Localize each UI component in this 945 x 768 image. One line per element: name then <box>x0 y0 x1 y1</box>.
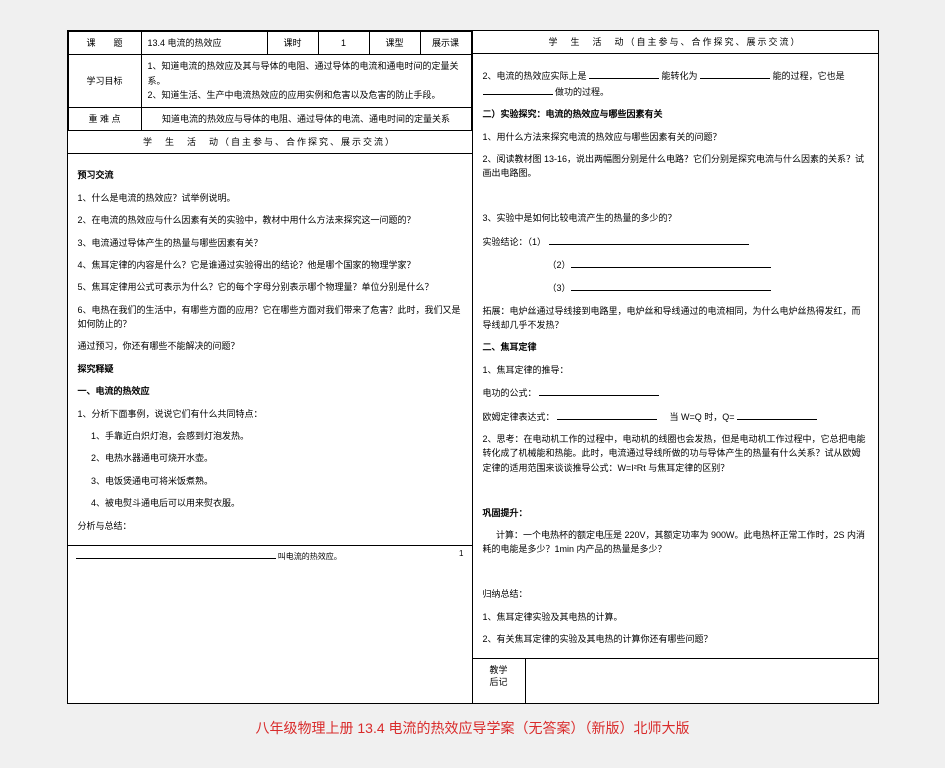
preview-heading: 预习交流 <box>78 168 462 182</box>
q4: 4、焦耳定律的内容是什么？它是谁通过实验得出的结论？他是哪个国家的物理学家？ <box>78 258 462 272</box>
blank <box>483 84 553 95</box>
callout-text: 叫电流的热效应。 <box>278 552 342 561</box>
left-body: 预习交流 1、什么是电流的热效应？试举例说明。 2、在电流的热效应与什么因素有关… <box>68 154 472 545</box>
q6: 6、电热在我们的生活中，有哪些方面的应用？它在哪些方面对我们带来了危害？此时，我… <box>78 303 462 332</box>
keypoint-label: 重 难 点 <box>68 107 141 130</box>
r1: 1、用什么方法来探究电流的热效应与哪些因素有关的问题？ <box>483 130 868 144</box>
blank <box>589 68 659 79</box>
example-4: 4、被电熨斗通电后可以用来熨衣服。 <box>78 496 462 510</box>
topic-label: 课 题 <box>68 32 141 55</box>
q2: 2、在电流的热效应与什么因素有关的实验中，教材中用什么方法来探究这一问题的？ <box>78 213 462 227</box>
right-body: 2、电流的热效应实际上是 能转化为 能的过程，它也是 做功的过程。 二）实验探究… <box>473 54 878 658</box>
keypoint-text: 知道电流的热效应与导体的电阻、通过导体的电流、通电时间的定量关系 <box>141 107 471 130</box>
blank-callout <box>76 548 276 559</box>
blank <box>700 68 770 79</box>
when-label: 当 W=Q 时，Q= <box>670 412 735 422</box>
joule-heading: 二、焦耳定律 <box>483 340 868 354</box>
r-p2-line: 2、电流的热效应实际上是 能转化为 能的过程，它也是 做功的过程。 <box>483 68 868 99</box>
activity-header-left: 学 生 活 动（自主参与、合作探究、展示交流） <box>68 131 472 154</box>
left-footer: 叫电流的热效应。 1 <box>68 545 472 566</box>
analyze-prompt: 1、分析下面事例，说说它们有什么共同特点： <box>78 407 462 421</box>
blank <box>571 280 771 291</box>
activity-header-right: 学 生 活 动（自主参与、合作探究、展示交流） <box>473 31 878 54</box>
j2: 2、思考：在电动机工作的过程中，电动机的线圈也会发热，但是电动机工作过程中，它总… <box>483 432 868 475</box>
section-two-heading: 二）实验探究：电流的热效应与哪些因素有关 <box>483 107 868 121</box>
period-value: 1 <box>318 32 369 55</box>
r2: 2、阅读教材图 13-16，说出两幅图分别是什么电路？它们分别是探究电流与什么因… <box>483 152 868 181</box>
blank <box>737 409 817 420</box>
extension: 拓展：电炉丝通过导线接到电路里，电炉丝和导线通过的电流相同，为什么电炉丝热得发红… <box>483 304 868 333</box>
consolidate-heading: 巩固提升： <box>483 506 868 520</box>
explore-heading: 探究释疑 <box>78 362 462 376</box>
page-number: 1 <box>459 548 463 561</box>
blank <box>549 234 749 245</box>
ohm-line: 欧姆定律表达式： 当 W=Q 时，Q= <box>483 409 868 424</box>
section-one: 一、电流的热效应 <box>78 384 462 398</box>
example-1: 1、手靠近白炽灯泡，会感到灯泡发热。 <box>78 429 462 443</box>
period-label: 课时 <box>267 32 318 55</box>
blank <box>571 257 771 268</box>
q1: 1、什么是电流的热效应？试举例说明。 <box>78 191 462 205</box>
r3: 3、实验中是如何比较电流产生的热量的多少的？ <box>483 211 868 225</box>
joule-derive: 1、焦耳定律的推导： <box>483 363 868 377</box>
blank <box>557 409 657 420</box>
summary-heading: 归纳总结： <box>483 587 868 601</box>
lesson-meta-table: 课 题 13.4 电流的热效应 课时 1 课型 展示课 学习目标 1、知道电流的… <box>68 31 472 131</box>
q3: 3、电流通过导体产生的热量与哪些因素有关？ <box>78 236 462 250</box>
r-p2: 2、电流的热效应实际上是 <box>483 71 587 81</box>
r-p2a: 能转化为 <box>662 71 698 81</box>
goal-label: 学习目标 <box>68 55 141 107</box>
q7: 通过预习，你还有哪些不能解决的问题？ <box>78 339 462 353</box>
after-note-cell <box>525 659 878 703</box>
s1: 1、焦耳定律实验及其电热的计算。 <box>483 610 868 624</box>
calc-problem: 计算：一个电热杯的额定电压是 220V，其额定功率为 900W。此电热杯正常工作… <box>483 528 868 557</box>
type-value: 展示课 <box>420 32 471 55</box>
exp-conclusion-label: 实验结论：（1） <box>483 237 547 247</box>
w-label: 电功的公式： <box>483 388 537 398</box>
goal-text: 1、知道电流的热效应及其与导体的电阻、通过导体的电流和通电时间的定量关系。 2、… <box>141 55 471 107</box>
w-formula-line: 电功的公式： <box>483 385 868 400</box>
blank <box>539 385 659 396</box>
s2: 2、有关焦耳定律的实验及其电热的计算你还有哪些问题？ <box>483 632 868 646</box>
after-note-label: 教学 后记 <box>473 659 526 703</box>
type-label: 课型 <box>369 32 420 55</box>
topic: 13.4 电流的热效应 <box>141 32 267 55</box>
conclude-prompt: 分析与总结： <box>78 519 462 533</box>
ohm-label: 欧姆定律表达式： <box>483 412 555 422</box>
after-note-table: 教学 后记 <box>473 658 878 702</box>
r-p2c: 做功的过程。 <box>555 87 609 97</box>
example-2: 2、电热水器通电可烧开水壶。 <box>78 451 462 465</box>
document-caption: 八年级物理上册 13.4 电流的热效应导学案（无答案）（新版）北师大版 <box>68 718 878 738</box>
exp-conclusion: 实验结论：（1） （2） （3） <box>483 234 868 296</box>
q5: 5、焦耳定律用公式可表示为什么？它的每个字母分别表示哪个物理量？单位分别是什么？ <box>78 280 462 294</box>
example-3: 3、电饭煲通电可将米饭煮熟。 <box>78 474 462 488</box>
r-p2b: 能的过程，它也是 <box>773 71 845 81</box>
